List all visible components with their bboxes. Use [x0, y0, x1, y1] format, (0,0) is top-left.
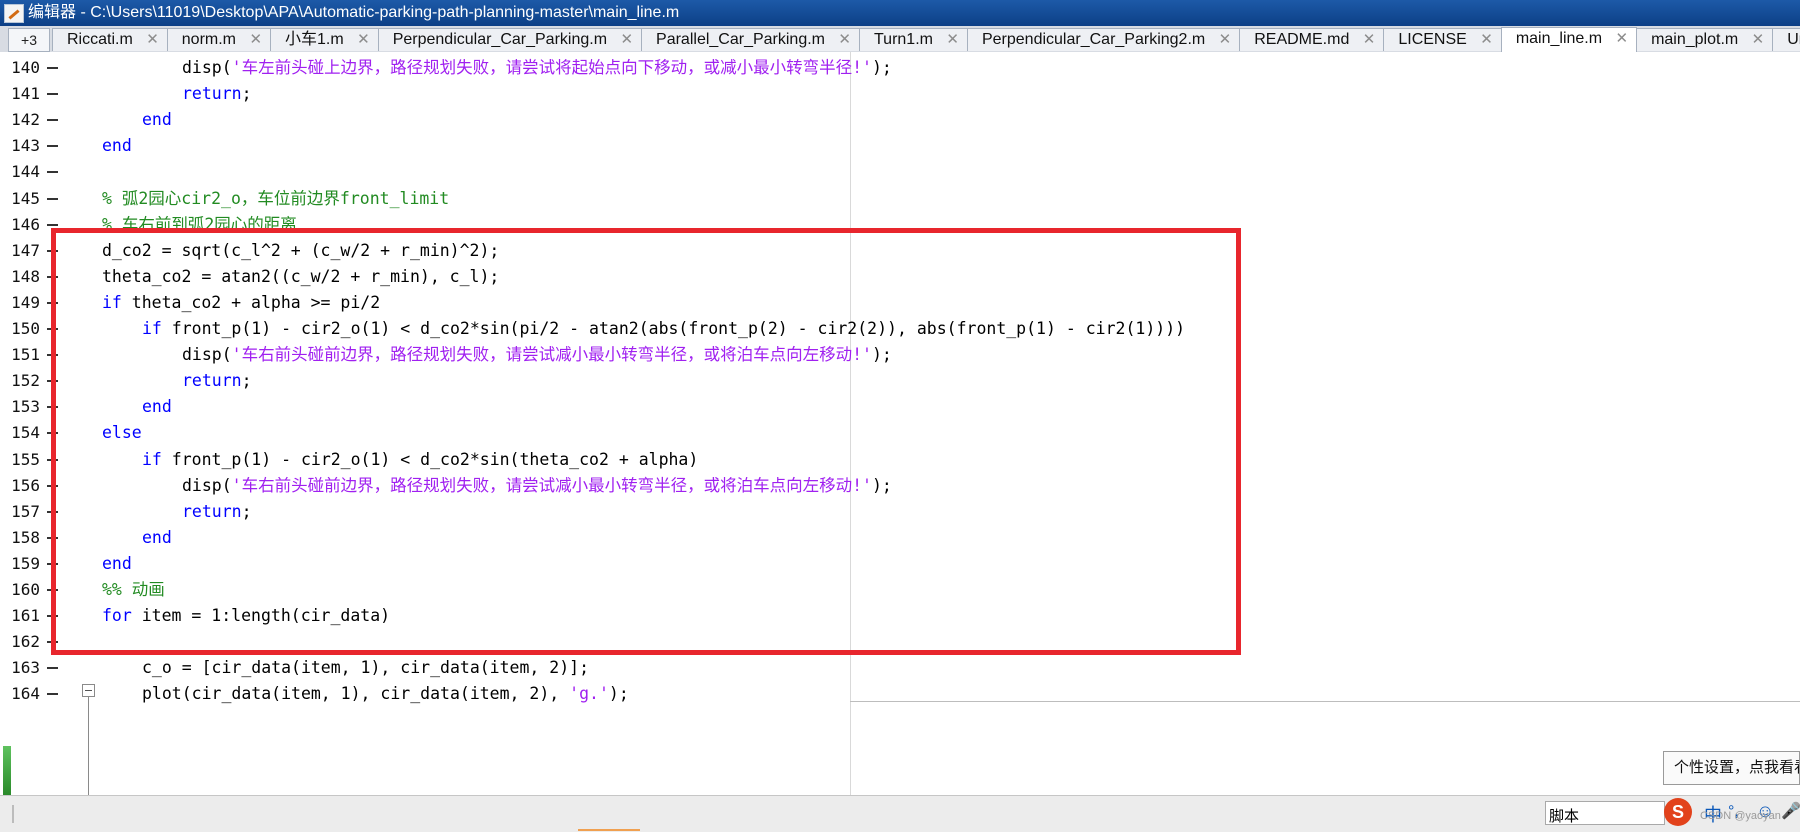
tab-close-icon[interactable]: ✕ [1363, 29, 1376, 51]
breakpoint-marker[interactable] [47, 145, 58, 148]
status-bar: 脚本 [0, 795, 1800, 832]
tab-label: Perpendicular_Car_Parking2.m [981, 31, 1206, 48]
tab-label: Untitled [1787, 31, 1800, 48]
tab-norm-m[interactable]: norm.m ✕ [166, 28, 272, 51]
code-line: end [142, 105, 172, 135]
ime-tooltip: 个性设置，点我看看 [1663, 751, 1800, 785]
tab-label: Turn1.m [874, 31, 933, 48]
code-token: plot(cir_data(item, 1), cir_data(item, 2… [142, 684, 570, 704]
watermark: CSDN @yaoyan [1700, 810, 1781, 822]
tab-close-icon[interactable]: ✕ [838, 29, 851, 51]
breakpoint-marker[interactable] [47, 693, 58, 696]
ime-logo-icon[interactable]: S [1664, 798, 1692, 826]
tab-close-icon[interactable]: ✕ [146, 29, 159, 51]
breakpoint-marker[interactable] [47, 119, 58, 122]
status-mode-label: 脚本 [1549, 808, 1580, 825]
tab-main-plot-m[interactable]: main_plot.m ✕ [1636, 28, 1774, 51]
line-number: 164 [11, 684, 40, 704]
breakpoint-marker[interactable] [47, 223, 58, 226]
tab-小车1-m[interactable]: 小车1.m ✕ [270, 28, 379, 51]
tab-close-icon[interactable]: ✕ [1616, 28, 1629, 50]
highlight-annotation-box [51, 228, 1241, 655]
breakpoint-marker[interactable] [47, 93, 58, 96]
ime-microphone-icon[interactable]: 🎤 [1781, 801, 1800, 821]
tab-turn1-m[interactable]: Turn1.m ✕ [859, 28, 968, 51]
tab-riccati-m[interactable]: Riccati.m ✕ [52, 28, 168, 51]
tab-label: main_plot.m [1651, 31, 1739, 48]
string-token: '车左前头碰上边界，路径规划失败，请尝试将起始点向下移动，或减小最小转弯半径!' [231, 58, 872, 77]
code-fold-toggle-icon[interactable] [82, 684, 95, 697]
tab-parallel-car-parking-m[interactable]: Parallel_Car_Parking.m ✕ [641, 28, 860, 51]
code-line: end [102, 131, 132, 161]
tab-close-icon[interactable]: ✕ [249, 29, 262, 51]
tab-label: Parallel_Car_Parking.m [656, 31, 825, 48]
breakpoint-marker[interactable] [47, 171, 58, 174]
tab-close-icon[interactable]: ✕ [1480, 29, 1493, 51]
code-token: ); [871, 58, 892, 77]
keyword-token: end [102, 136, 132, 156]
section-separator [850, 701, 1800, 702]
status-separator [12, 805, 14, 823]
code-line: disp('车左前头碰上边界，路径规划失败，请尝试将起始点向下移动，或减小最小转… [182, 53, 892, 83]
comment-token: % 弧2园心cir2_o，车位前边界front_limit [102, 188, 450, 208]
tab-label: Riccati.m [67, 31, 133, 48]
tab-overflow-button[interactable]: +3 [8, 28, 50, 52]
tab-readme-md[interactable]: README.md ✕ [1239, 28, 1385, 51]
tab-close-icon[interactable]: ✕ [1752, 29, 1765, 51]
tab-license[interactable]: LICENSE ✕ [1383, 28, 1502, 51]
tab-close-icon[interactable]: ✕ [1219, 29, 1232, 51]
tab-close-icon[interactable]: ✕ [946, 29, 959, 51]
tab-perpendicular-car-parking2-m[interactable]: Perpendicular_Car_Parking2.m ✕ [966, 28, 1241, 51]
tab-label: norm.m [181, 31, 237, 48]
tab-label: 小车1.m [285, 31, 344, 48]
code-token: disp( [182, 58, 232, 77]
code-line: plot(cir_data(item, 1), cir_data(item, 2… [142, 679, 629, 709]
title-bar: 编辑器 - C:\Users\11019\Desktop\APA\Automat… [0, 0, 1800, 26]
code-token: c_o = [cir_data(item, 1), cir_data(item,… [142, 658, 590, 678]
breakpoint-marker[interactable] [47, 667, 58, 670]
scroll-indicator[interactable] [3, 746, 11, 795]
tab-bar: +3 Riccati.m ✕ norm.m ✕ 小车1.m ✕ Perpendicular_… [0, 26, 1800, 53]
window-title: 编辑器 - C:\Users\11019\Desktop\APA\Automat… [28, 4, 680, 21]
code-token: ); [608, 684, 629, 704]
tab-label: main_line.m [1515, 30, 1603, 47]
code-token: ; [241, 84, 252, 104]
editor-app-icon [4, 4, 24, 23]
tab-close-icon[interactable]: ✕ [357, 29, 370, 51]
tab-label: README.md [1254, 31, 1350, 48]
tab-label: Perpendicular_Car_Parking.m [392, 31, 608, 48]
tab-close-icon[interactable]: ✕ [620, 29, 633, 51]
code-fold-line [88, 697, 89, 795]
breakpoint-marker[interactable] [47, 197, 58, 200]
breakpoint-marker[interactable] [47, 67, 58, 69]
string-token: 'g.' [569, 684, 609, 704]
tab-main-line-m[interactable]: main_line.m ✕ [1500, 27, 1638, 52]
keyword-token: return [182, 84, 242, 104]
tab-list: Riccati.m ✕ norm.m ✕ 小车1.m ✕ Perpendicular_Car… [52, 27, 1800, 52]
tab-untitled[interactable]: Untitled✕ [1772, 28, 1800, 51]
tab-perpendicular-car-parking-m[interactable]: Perpendicular_Car_Parking.m ✕ [377, 28, 643, 51]
tab-label: LICENSE [1398, 31, 1467, 48]
code-line: return; [182, 79, 252, 109]
keyword-token: end [142, 110, 172, 130]
